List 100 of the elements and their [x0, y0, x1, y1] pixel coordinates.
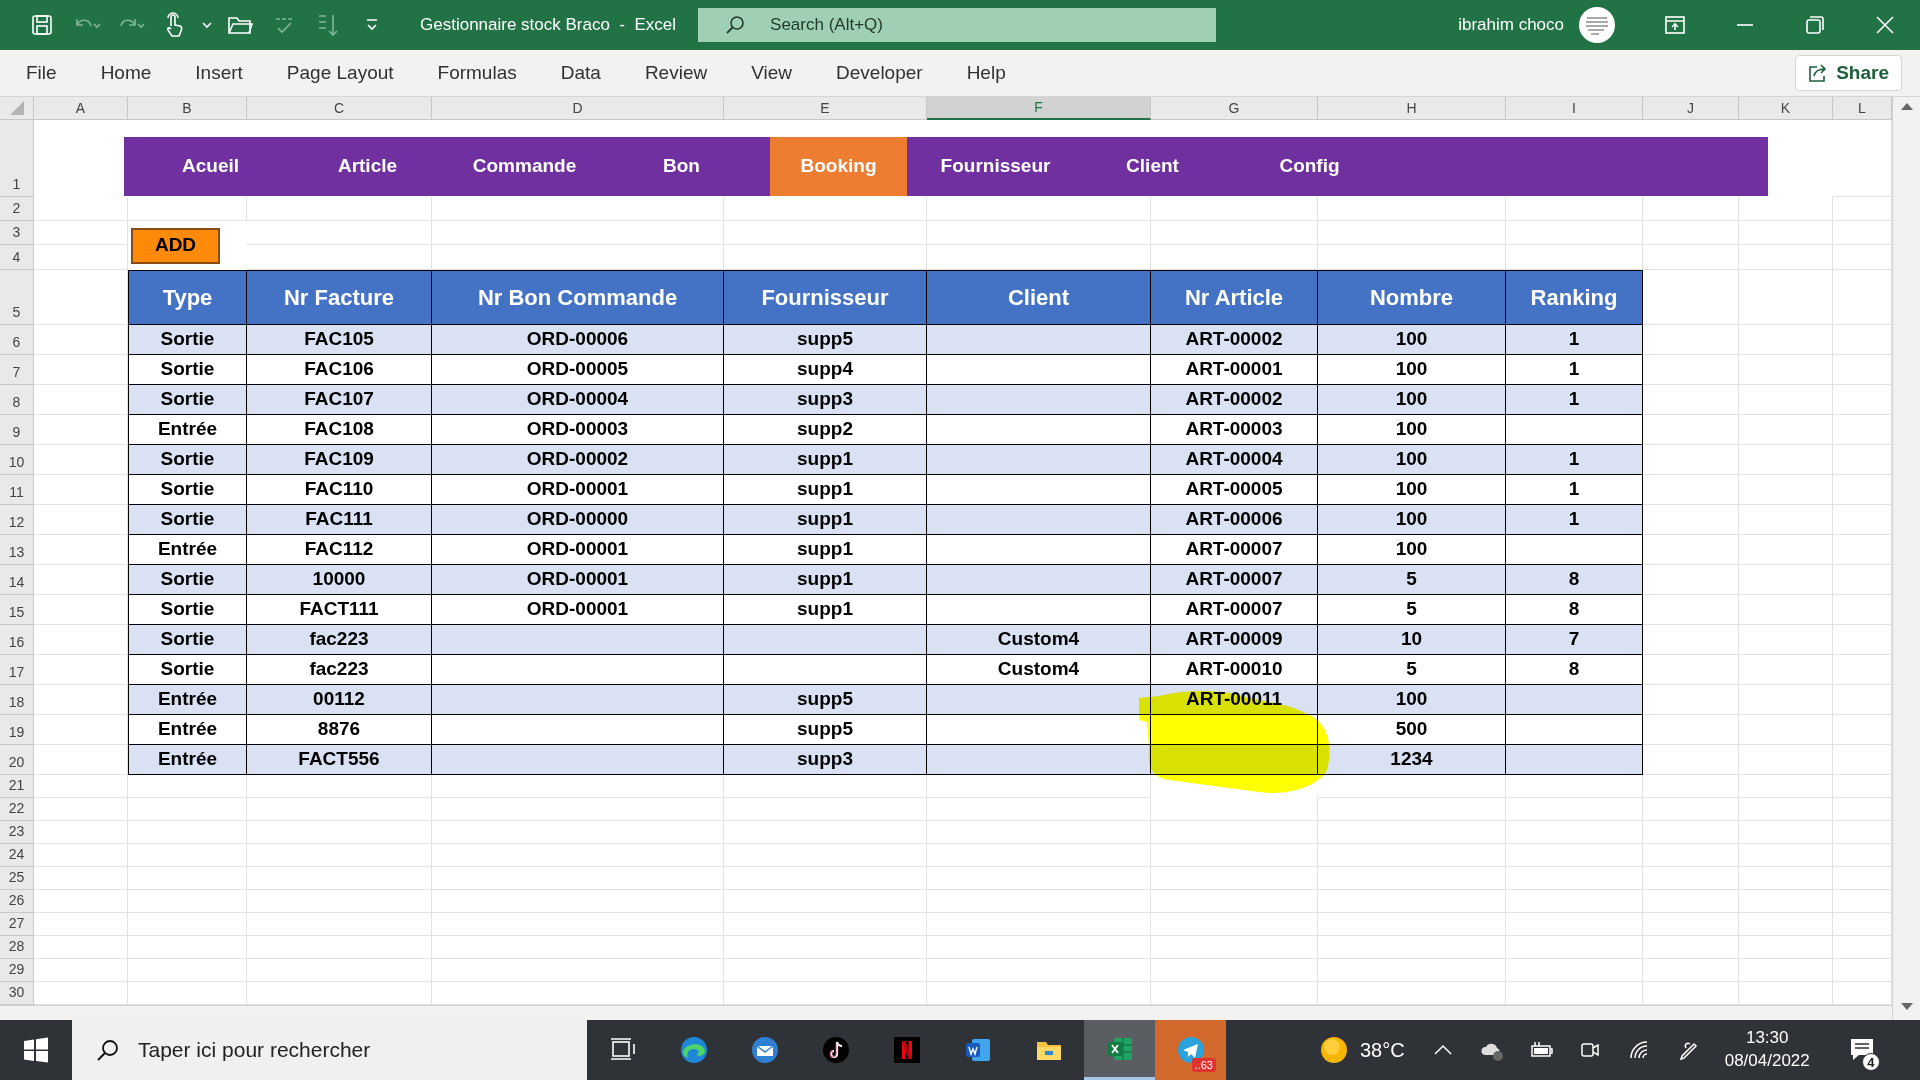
sheet-cell[interactable]: [34, 775, 128, 798]
sheet-cell[interactable]: [1739, 355, 1833, 385]
sheet-cell[interactable]: [724, 913, 927, 936]
row-header[interactable]: 9: [0, 415, 34, 445]
clock-button[interactable]: 13:30 08/04/2022: [1712, 1027, 1822, 1073]
row-header[interactable]: 30: [0, 982, 34, 1005]
sheet-cell[interactable]: [1739, 936, 1833, 959]
row-header[interactable]: 13: [0, 535, 34, 565]
sheet-cell[interactable]: [1506, 867, 1643, 890]
sheet-cell[interactable]: [724, 867, 927, 890]
folder-icon[interactable]: [227, 14, 253, 36]
share-button[interactable]: Share: [1795, 55, 1902, 91]
sheet-cell[interactable]: [1643, 936, 1739, 959]
column-header[interactable]: B: [128, 97, 247, 120]
nav-tab[interactable]: Article: [299, 137, 436, 196]
sheet-cell[interactable]: [1739, 445, 1833, 475]
sheet-cell[interactable]: [1318, 821, 1506, 844]
sheet-cell[interactable]: [432, 197, 724, 221]
sheet-cell[interactable]: [1506, 844, 1643, 867]
sheet-cell[interactable]: [128, 936, 247, 959]
taskbar-search-field[interactable]: Taper ici pour rechercher: [72, 1020, 587, 1080]
sheet-cell[interactable]: [1643, 890, 1739, 913]
sheet-cell[interactable]: [1739, 655, 1833, 685]
sheet-cell[interactable]: [1506, 959, 1643, 982]
sheet-cell[interactable]: [1739, 685, 1833, 715]
scroll-up-icon[interactable]: [1899, 101, 1914, 111]
sheet-cell[interactable]: [247, 936, 432, 959]
column-header[interactable]: I: [1506, 97, 1643, 120]
column-header[interactable]: H: [1318, 97, 1506, 120]
sheet-cell[interactable]: [1739, 867, 1833, 890]
select-all-icon[interactable]: [9, 101, 24, 115]
sheet-cell[interactable]: [724, 936, 927, 959]
sheet-cell[interactable]: [1151, 798, 1318, 821]
sheet-cell[interactable]: [247, 913, 432, 936]
sheet-cell[interactable]: [1739, 775, 1833, 798]
column-header[interactable]: E: [724, 97, 927, 120]
column-header[interactable]: C: [247, 97, 432, 120]
sheet-cell[interactable]: [927, 221, 1151, 245]
row-header[interactable]: 27: [0, 913, 34, 936]
column-header[interactable]: F: [927, 97, 1151, 120]
sheet-cell[interactable]: [247, 798, 432, 821]
sheet-cell[interactable]: [1739, 270, 1833, 325]
sheet-cell[interactable]: [1151, 867, 1318, 890]
sheet-cell[interactable]: [724, 959, 927, 982]
nav-tab[interactable]: Client: [1084, 137, 1221, 196]
sheet-cell[interactable]: [927, 821, 1151, 844]
column-header[interactable]: L: [1833, 97, 1892, 120]
ribbon-tab[interactable]: Page Layout: [264, 49, 416, 97]
sheet-cell[interactable]: [1643, 475, 1739, 505]
sheet-cell[interactable]: [432, 913, 724, 936]
ribbon-tab[interactable]: File: [4, 49, 79, 97]
row-header[interactable]: 12: [0, 505, 34, 535]
sheet-cell[interactable]: [34, 415, 128, 445]
row-header[interactable]: 6: [0, 325, 34, 355]
sheet-cell[interactable]: [1318, 959, 1506, 982]
sheet-cell[interactable]: [1739, 890, 1833, 913]
row-header[interactable]: 24: [0, 844, 34, 867]
sheet-cell[interactable]: [432, 221, 724, 245]
sheet-cell[interactable]: [927, 959, 1151, 982]
sheet-cell[interactable]: [247, 197, 432, 221]
row-header[interactable]: 4: [0, 245, 34, 270]
sheet-cell[interactable]: [1151, 936, 1318, 959]
row-header[interactable]: 20: [0, 745, 34, 775]
sheet-cell[interactable]: [927, 798, 1151, 821]
sheet-cell[interactable]: [432, 798, 724, 821]
sheet-cell[interactable]: [927, 913, 1151, 936]
nav-tab[interactable]: Acueil: [142, 137, 279, 196]
sheet-cell[interactable]: [247, 867, 432, 890]
sheet-cell[interactable]: [1739, 959, 1833, 982]
column-header[interactable]: J: [1643, 97, 1739, 120]
sheet-cell[interactable]: [1739, 535, 1833, 565]
nav-tab[interactable]: Fournisseur: [927, 137, 1064, 196]
avatar-icon[interactable]: [1578, 6, 1616, 44]
sheet-cell[interactable]: [128, 844, 247, 867]
row-header[interactable]: 3: [0, 221, 34, 245]
sheet-cell[interactable]: [432, 867, 724, 890]
sheet-cell[interactable]: [1318, 890, 1506, 913]
sheet-cell[interactable]: [1643, 197, 1739, 221]
row-header[interactable]: 26: [0, 890, 34, 913]
sheet-cell[interactable]: [1643, 415, 1739, 445]
row-header[interactable]: 7: [0, 355, 34, 385]
ribbon-tab[interactable]: Home: [78, 49, 174, 97]
row-header[interactable]: 25: [0, 867, 34, 890]
sheet-cell[interactable]: [1151, 890, 1318, 913]
nav-tab[interactable]: Config: [1241, 137, 1378, 196]
sheet-cell[interactable]: [1739, 565, 1833, 595]
sheet-cell[interactable]: [1739, 798, 1833, 821]
row-header[interactable]: 21: [0, 775, 34, 798]
sheet-cell[interactable]: [34, 221, 128, 245]
sheet-cell[interactable]: [1643, 655, 1739, 685]
row-header[interactable]: 11: [0, 475, 34, 505]
dropdown-icon[interactable]: [364, 18, 380, 32]
sheet-cell[interactable]: [1506, 890, 1643, 913]
sheet-cell[interactable]: [432, 844, 724, 867]
row-header[interactable]: 28: [0, 936, 34, 959]
sheet-cell[interactable]: [1506, 798, 1643, 821]
sheet-cell[interactable]: [34, 715, 128, 745]
row-header[interactable]: 29: [0, 959, 34, 982]
ribbon-tab[interactable]: Review: [622, 49, 730, 97]
sheet-cell[interactable]: [34, 844, 128, 867]
